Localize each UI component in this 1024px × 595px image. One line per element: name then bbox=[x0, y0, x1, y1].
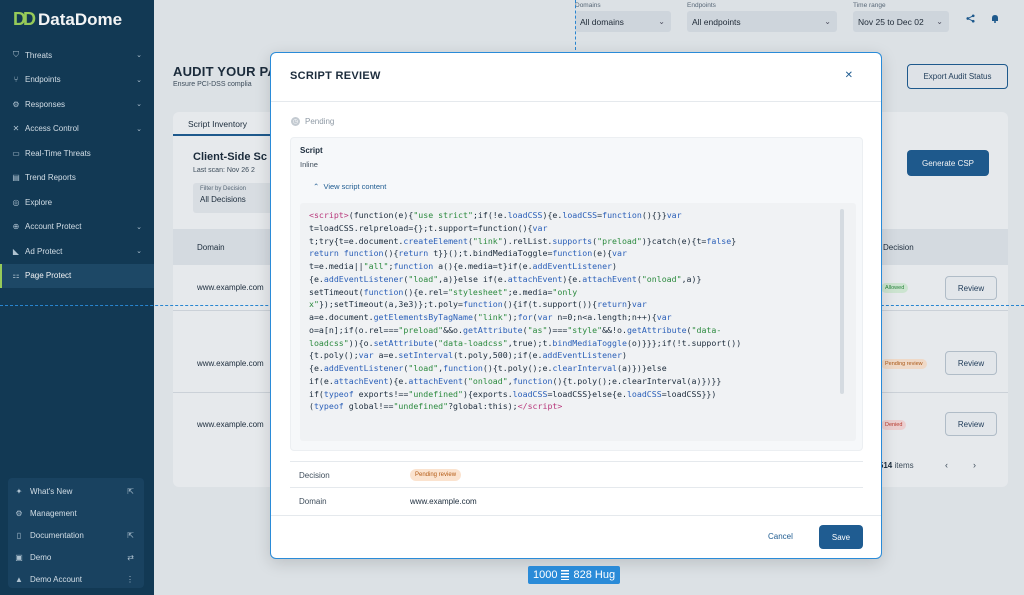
view-script-label: View script content bbox=[323, 182, 387, 191]
script-review-modal: SCRIPT REVIEW ✕ ◷ Pending Script Inline … bbox=[270, 52, 882, 559]
decision-row: Decision Pending review bbox=[290, 461, 863, 487]
clock-icon: ◷ bbox=[291, 117, 300, 126]
status-text: Pending bbox=[305, 117, 335, 126]
domain-value: www.example.com bbox=[410, 497, 477, 506]
hug-width: 1000 bbox=[533, 569, 558, 581]
save-button[interactable]: Save bbox=[819, 525, 863, 549]
decision-key: Decision bbox=[299, 471, 330, 480]
code-viewer[interactable]: <script>(function(e){"use strict";if(!e.… bbox=[300, 203, 856, 441]
dimension-badge: 1000 828 Hug bbox=[528, 566, 621, 584]
cancel-button[interactable]: Cancel bbox=[768, 532, 793, 541]
decision-badge: Pending review bbox=[410, 469, 462, 481]
close-icon[interactable]: ✕ bbox=[845, 70, 853, 81]
status-indicator: ◷ Pending bbox=[291, 117, 334, 126]
hug-height: 828 Hug bbox=[573, 569, 616, 581]
code-scrollbar[interactable] bbox=[840, 209, 844, 394]
script-label: Script bbox=[300, 146, 323, 155]
view-script-toggle[interactable]: ⌃ View script content bbox=[313, 182, 386, 191]
script-code: <script>(function(e){"use strict";if(!e.… bbox=[309, 210, 742, 412]
divider bbox=[271, 101, 881, 102]
chevron-up-icon: ⌃ bbox=[313, 182, 320, 191]
bars-icon bbox=[561, 570, 570, 580]
domain-row: Domain www.example.com bbox=[290, 487, 863, 513]
script-type: Inline bbox=[300, 160, 318, 169]
script-card: Script Inline ⌃ View script content <scr… bbox=[290, 137, 863, 451]
modal-title: SCRIPT REVIEW bbox=[290, 70, 381, 82]
divider bbox=[271, 515, 881, 516]
domain-key: Domain bbox=[299, 497, 327, 506]
